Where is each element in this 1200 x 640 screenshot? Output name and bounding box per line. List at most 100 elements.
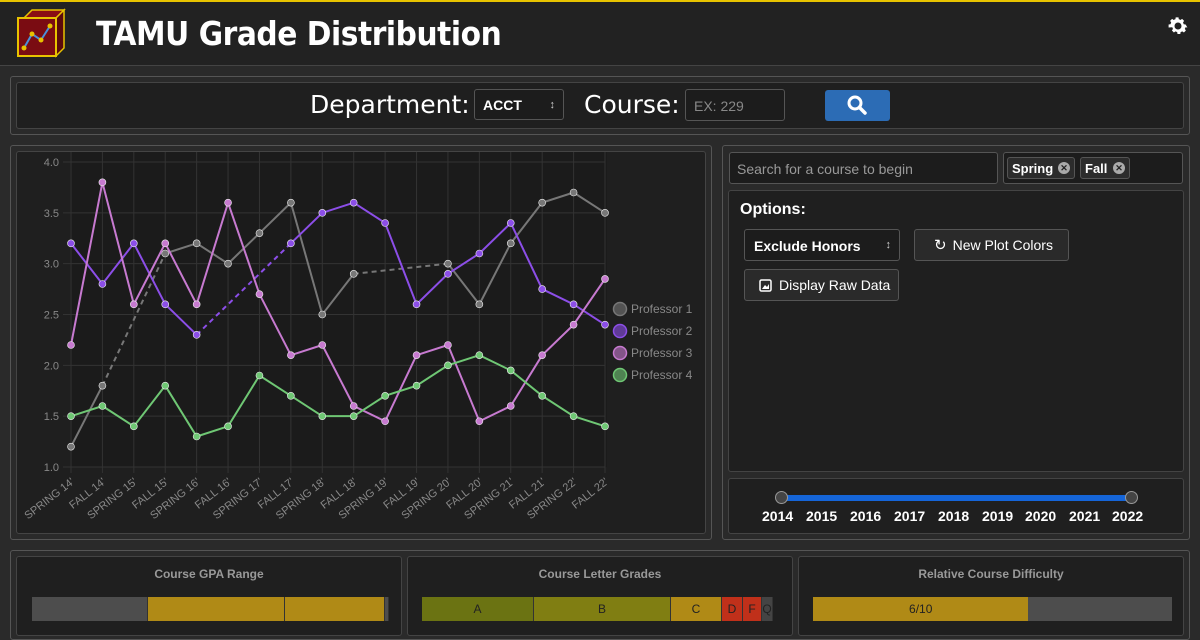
data-point [444,341,452,349]
y-tick-label: 2.5 [44,310,59,322]
data-point [318,209,327,217]
legend-marker [612,323,628,339]
remove-chip-icon[interactable]: ✕ [1058,162,1070,174]
data-point [255,290,264,298]
gpa-range-segment [32,597,148,621]
data-point [287,198,295,207]
data-point [192,300,201,309]
year-tick: 2018 [938,508,970,524]
year-tick: 2020 [1025,508,1057,524]
data-point [569,300,578,309]
gpa-range-segment [32,597,389,621]
y-tick-label: 2.0 [44,360,59,372]
data-point [569,412,578,420]
year-range-panel [728,478,1184,534]
legend-label: Professor 1 [631,302,693,316]
letter-grade-segment: A [422,597,534,621]
data-point [412,381,421,390]
term-chip-spring[interactable]: Spring ✕ [1007,157,1075,179]
y-tick-label: 1.5 [44,411,59,423]
letter-grade-segment: B [534,597,671,621]
honors-select-value: Exclude Honors [754,238,861,254]
data-point [130,239,138,248]
data-point [349,198,358,207]
data-point [506,239,515,248]
year-tick: 2021 [1069,508,1101,524]
image-icon [759,278,772,292]
data-point [67,442,75,451]
data-point [381,417,389,426]
chevron-updown-icon: ↕ [549,98,556,111]
new-plot-colors-button[interactable]: ↻ New Plot Colors [914,229,1069,261]
data-point [444,259,452,268]
legend-marker [612,345,628,361]
gpa-range-segment [385,597,389,621]
course-label: Course: [584,90,680,119]
data-point [538,351,546,359]
data-point [506,402,515,410]
data-point [67,239,75,248]
legend-label: Professor 2 [631,324,693,338]
letter-grade-segment: C [671,597,722,621]
gpa-range-segment [148,597,285,621]
y-tick-label: 3.5 [44,208,59,220]
refresh-icon: ↻ [934,237,947,254]
display-raw-data-label: Display Raw Data [779,277,891,293]
data-point [192,331,201,339]
data-point [130,422,138,431]
data-point [475,417,484,426]
legend-marker [612,367,628,383]
department-select[interactable]: ACCT ↕ [474,89,564,120]
course-input[interactable]: EX: 229 [685,89,785,121]
year-tick: 2014 [762,508,794,524]
letter-grade-segment: Q [762,597,773,621]
data-point [538,285,546,293]
remove-chip-icon[interactable]: ✕ [1113,162,1125,174]
data-point [601,320,609,329]
settings-gear-icon[interactable] [1166,14,1190,38]
data-point [318,341,327,349]
search-button[interactable] [825,90,890,121]
data-point [224,259,232,268]
display-raw-data-button[interactable]: Display Raw Data [744,269,899,301]
data-point [349,412,358,420]
data-point [161,249,170,258]
year-slider-handle-start[interactable] [775,491,788,504]
term-chip-fall[interactable]: Fall ✕ [1080,157,1130,179]
difficulty-title: Relative Course Difficulty [918,567,1064,581]
letter-grades-bar: ABCDFQ [422,597,773,621]
honors-select[interactable]: Exclude Honors ↕ [744,229,900,261]
year-slider-handle-end[interactable] [1125,491,1138,504]
data-point [67,341,75,349]
data-point [67,412,75,420]
data-point [569,320,578,329]
term-chip-label: Spring [1012,161,1054,176]
plot-area [70,152,607,467]
data-point [444,270,452,278]
data-point [98,280,107,288]
gpa-range-title: Course GPA Range [154,567,264,581]
legend-label: Professor 4 [631,368,693,382]
letter-grade-segment: D [722,597,743,621]
data-point [287,239,295,248]
year-tick: 2016 [850,508,882,524]
data-point [381,219,389,227]
legend-label: Professor 3 [631,346,693,360]
letter-grade-segment: F [743,597,762,621]
year-slider-track[interactable] [782,495,1132,501]
data-point [349,270,358,278]
data-point [98,381,107,390]
course-search-input[interactable]: Search for a course to begin [729,152,998,184]
data-point [475,351,484,359]
data-point [412,300,421,309]
data-point [130,300,138,309]
data-point [538,198,546,207]
x-tick-label: SPRING 14' [23,476,77,522]
data-point [287,392,295,400]
data-point [475,249,484,258]
gpa-range-segment [285,597,385,621]
data-point [506,366,515,375]
y-tick-label: 3.0 [44,259,59,271]
data-point [506,219,515,227]
course-placeholder: EX: 229 [694,98,744,114]
